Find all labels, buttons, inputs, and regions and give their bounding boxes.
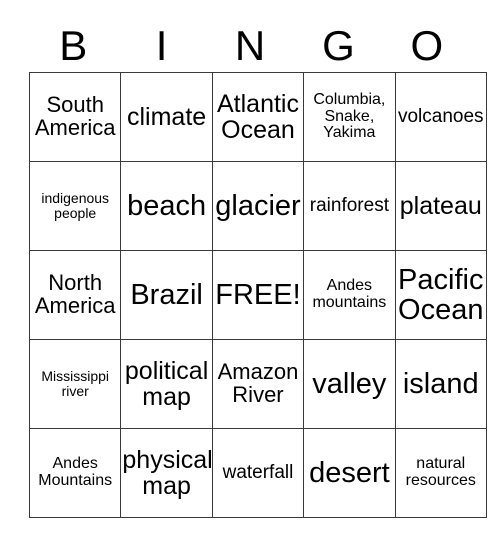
bingo-cell[interactable]: glacier — [211, 161, 305, 251]
bingo-grid-body: South America climate Atlantic Ocean Columb… — [28, 72, 487, 518]
bingo-cell[interactable]: island — [394, 339, 487, 429]
bingo-header: BINGO — [29, 20, 471, 72]
bingo-card: B I N G O South America climate Atlantic Ocean… — [28, 20, 487, 518]
bingo-header-letter-i: I — [155, 22, 168, 69]
bingo-cell[interactable]: North America — [28, 250, 122, 340]
bingo-cell[interactable]: volcanoes — [394, 72, 487, 162]
bingo-cell-label: beach — [127, 189, 207, 222]
bingo-cell[interactable]: valley — [303, 339, 396, 429]
bingo-cell-label: valley — [312, 367, 387, 400]
bingo-cell-label: rainforest — [309, 195, 389, 217]
bingo-cell-label: Mississippi river — [41, 368, 110, 399]
bingo-cell[interactable]: Mississippi river — [28, 339, 122, 429]
bingo-cell[interactable]: Amazon River — [211, 339, 305, 429]
bingo-cell-label: South America — [34, 92, 116, 140]
bingo-cell-label: physical map — [122, 446, 213, 500]
bingo-cell[interactable]: political map — [120, 339, 213, 429]
bingo-grid: South America climate Atlantic Ocean Columb… — [28, 72, 487, 518]
bingo-cell[interactable]: Columbia, Snake, Yakima — [303, 72, 396, 162]
bingo-cell[interactable]: Pacific Ocean — [394, 250, 487, 340]
bingo-row: South America climate Atlantic Ocean Columb… — [28, 72, 487, 162]
bingo-cell[interactable]: Brazil — [120, 250, 213, 340]
bingo-header-letter-b: B — [59, 22, 88, 69]
bingo-cell[interactable]: South America — [28, 72, 122, 162]
bingo-cell-label: political map — [124, 357, 209, 411]
bingo-cell[interactable]: Andes Mountains — [28, 428, 122, 518]
bingo-cell-label: Atlantic Ocean — [216, 90, 299, 144]
bingo-cell[interactable]: plateau — [394, 161, 487, 251]
bingo-cell-label: Columbia, Snake, Yakima — [313, 91, 386, 142]
bingo-cell-label: climate — [126, 103, 207, 131]
bingo-header-letter-o: O — [410, 22, 444, 69]
bingo-header-letter-n: N — [234, 22, 266, 69]
bingo-cell-label: Amazon River — [217, 359, 299, 407]
bingo-cell-label: Andes mountains — [312, 277, 387, 311]
bingo-header-letter-g: G — [322, 22, 355, 69]
bingo-cell[interactable]: natural resources — [394, 428, 487, 518]
bingo-cell-label: natural resources — [405, 455, 476, 489]
bingo-cell-label: plateau — [399, 192, 482, 220]
bingo-cell[interactable]: indigenous people — [28, 161, 122, 251]
bingo-cell[interactable]: Atlantic Ocean — [211, 72, 305, 162]
bingo-row: Andes Mountains physical map waterfall dese… — [28, 428, 487, 518]
bingo-free-cell[interactable]: FREE! — [211, 250, 305, 340]
bingo-cell[interactable]: desert — [303, 428, 396, 518]
bingo-cell[interactable]: beach — [120, 161, 213, 251]
bingo-row: indigenous people beach glacier rainforest p… — [28, 161, 487, 251]
bingo-cell[interactable]: physical map — [120, 428, 213, 518]
bingo-cell-label: Andes Mountains — [38, 455, 113, 489]
bingo-row: Mississippi river political map Amazon Riv… — [28, 339, 487, 429]
bingo-cell-label: FREE! — [215, 278, 301, 311]
bingo-cell[interactable]: climate — [120, 72, 213, 162]
bingo-cell-label: Pacific Ocean — [398, 263, 484, 326]
bingo-cell-label: desert — [309, 456, 390, 489]
bingo-cell[interactable]: Andes mountains — [303, 250, 396, 340]
bingo-cell-label: island — [402, 367, 479, 400]
bingo-cell-label: North America — [34, 270, 116, 318]
bingo-cell[interactable]: rainforest — [303, 161, 396, 251]
bingo-row: North America Brazil FREE! Andes mountains P… — [28, 250, 487, 340]
bingo-cell-label: volcanoes — [397, 106, 484, 128]
bingo-cell[interactable]: waterfall — [211, 428, 305, 518]
bingo-cell-label: glacier — [215, 189, 301, 222]
bingo-cell-label: waterfall — [222, 462, 294, 484]
bingo-cell-label: indigenous people — [41, 190, 110, 221]
bingo-cell-label: Brazil — [130, 278, 203, 311]
